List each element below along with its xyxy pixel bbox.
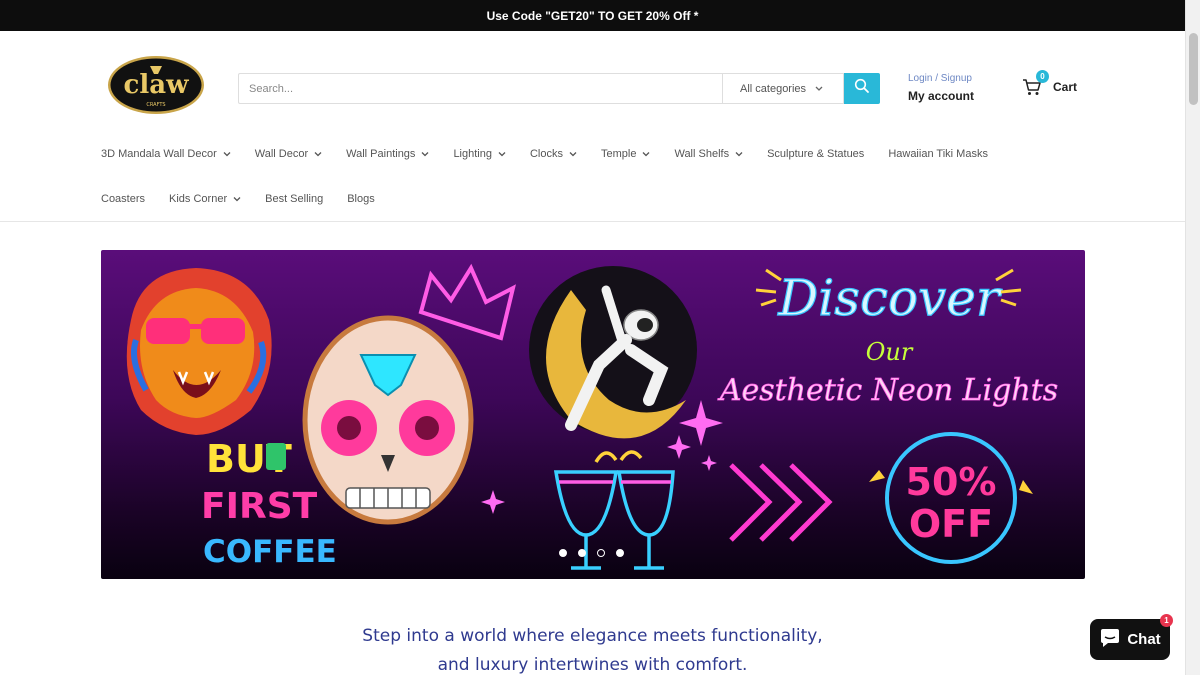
- category-select-label: All categories: [740, 82, 807, 95]
- main-nav-row-1: 3D Mandala Wall Decor Wall Decor Wall Pa…: [101, 148, 1101, 160]
- chevron-down-icon: [642, 150, 650, 158]
- nav-item-wall-paintings[interactable]: Wall Paintings: [346, 148, 429, 160]
- hero-banner-slide[interactable]: BUT FIRST COFFEE Discover Our Aesthetic …: [101, 250, 1085, 579]
- chat-notification-badge: 1: [1160, 614, 1173, 627]
- account-menu[interactable]: Login / Signup My account: [908, 73, 974, 103]
- nav-item-label: Hawaiian Tiki Masks: [888, 148, 988, 160]
- chevron-down-icon: [569, 150, 577, 158]
- carousel-dots: [559, 549, 624, 557]
- logo-wordmark: claw: [124, 70, 190, 100]
- store-logo[interactable]: claw CRAFTS: [106, 52, 206, 115]
- nav-item-3d-mandala-wall-decor[interactable]: 3D Mandala Wall Decor: [101, 148, 231, 160]
- banner-sub1: Our: [866, 338, 914, 366]
- chat-button[interactable]: Chat: [1090, 619, 1170, 660]
- main-nav-row-2: Coasters Kids Corner Best Selling Blogs: [101, 193, 1101, 205]
- chat-bubble-icon: [1099, 628, 1121, 652]
- nav-item-label: Kids Corner: [169, 193, 228, 205]
- page-scrollbar[interactable]: [1185, 0, 1200, 675]
- nav-item-lighting[interactable]: Lighting: [453, 148, 506, 160]
- nav-item-label: Wall Paintings: [346, 148, 416, 160]
- cart-label: Cart: [1053, 80, 1078, 94]
- banner-sub2: Aesthetic Neon Lights: [717, 373, 1058, 408]
- search-input[interactable]: Search...: [238, 73, 722, 104]
- carousel-dot-4[interactable]: [616, 549, 624, 557]
- neon-astronaut-moon: [529, 266, 697, 439]
- neon-sugar-skull: [302, 315, 474, 525]
- banner-headline: Discover: [777, 269, 1003, 327]
- discount-value: 50%: [906, 460, 997, 504]
- nav-item-label: Wall Shelfs: [674, 148, 730, 160]
- nav-item-wall-shelfs[interactable]: Wall Shelfs: [674, 148, 743, 160]
- nav-item-label: Wall Decor: [254, 148, 309, 160]
- nav-item-label: Coasters: [101, 193, 146, 205]
- search-button[interactable]: [844, 73, 880, 104]
- nav-item-clocks[interactable]: Clocks: [530, 148, 577, 160]
- chevron-down-icon: [735, 150, 743, 158]
- announcement-bar: Use Code "GET20" TO GET 20% Off *: [0, 0, 1185, 31]
- nav-item-wall-decor[interactable]: Wall Decor: [255, 148, 322, 160]
- login-signup-link[interactable]: Login / Signup: [908, 73, 974, 84]
- chevron-down-icon: [421, 150, 429, 158]
- chevron-down-icon: [223, 150, 231, 158]
- site-header: claw CRAFTS Search... All categories Log…: [0, 31, 1185, 146]
- nav-item-blogs[interactable]: Blogs: [347, 193, 375, 205]
- logo-subtext: CRAFTS: [146, 102, 165, 108]
- category-select[interactable]: All categories: [722, 73, 844, 104]
- nav-item-coasters[interactable]: Coasters: [101, 193, 145, 205]
- carousel-dot-2[interactable]: [578, 549, 586, 557]
- carousel-dot-1[interactable]: [559, 549, 567, 557]
- cart-button[interactable]: 0 Cart: [1022, 70, 1078, 97]
- nav-item-label: Clocks: [529, 148, 563, 160]
- neon-crown: [418, 263, 516, 341]
- discount-word: OFF: [909, 502, 993, 546]
- header-divider: [0, 221, 1185, 222]
- announcement-text: Use Code "GET20" TO GET 20% Off *: [486, 8, 699, 23]
- nav-item-label: Blogs: [347, 193, 375, 205]
- chevron-down-icon: [233, 195, 241, 203]
- coffee-word-2: FIRST: [201, 486, 318, 527]
- carousel-dot-3-active[interactable]: [597, 549, 605, 557]
- neon-lion-graphic: [126, 268, 272, 435]
- neon-chevrons: [729, 463, 833, 542]
- nav-item-label: Lighting: [453, 148, 492, 160]
- nav-item-label: Sculpture & Statues: [767, 148, 865, 160]
- nav-item-label: Best Selling: [265, 193, 324, 205]
- neon-discover-text: Discover Our Aesthetic Neon Lights: [716, 268, 1058, 408]
- chevron-down-icon: [815, 83, 823, 95]
- nav-item-label: 3D Mandala Wall Decor: [101, 148, 217, 160]
- chat-label: Chat: [1127, 631, 1161, 648]
- cart-icon: 0: [1022, 70, 1049, 97]
- nav-item-sculpture-statues[interactable]: Sculpture & Statues: [767, 148, 864, 160]
- neon-discount-badge: 50% OFF: [869, 432, 1033, 564]
- scrollbar-thumb[interactable]: [1189, 33, 1198, 105]
- tagline-line-2: and luxury intertwines with comfort.: [437, 655, 748, 675]
- chevron-down-icon: [498, 150, 506, 158]
- nav-item-label: Temple: [601, 148, 637, 160]
- nav-item-kids-corner[interactable]: Kids Corner: [169, 193, 241, 205]
- nav-item-hawaiian-tiki-masks[interactable]: Hawaiian Tiki Masks: [888, 148, 988, 160]
- nav-item-temple[interactable]: Temple: [601, 148, 650, 160]
- intro-tagline: Step into a world where elegance meets f…: [0, 622, 1185, 675]
- chevron-down-icon: [314, 150, 322, 158]
- search-icon: [854, 78, 870, 99]
- cart-count-badge: 0: [1036, 70, 1049, 83]
- coffee-word-3: COFFEE: [203, 534, 337, 570]
- my-account-link[interactable]: My account: [908, 89, 974, 103]
- nav-item-best-selling[interactable]: Best Selling: [265, 193, 323, 205]
- search-bar: Search... All categories: [238, 73, 880, 104]
- tagline-line-1: Step into a world where elegance meets f…: [362, 626, 823, 646]
